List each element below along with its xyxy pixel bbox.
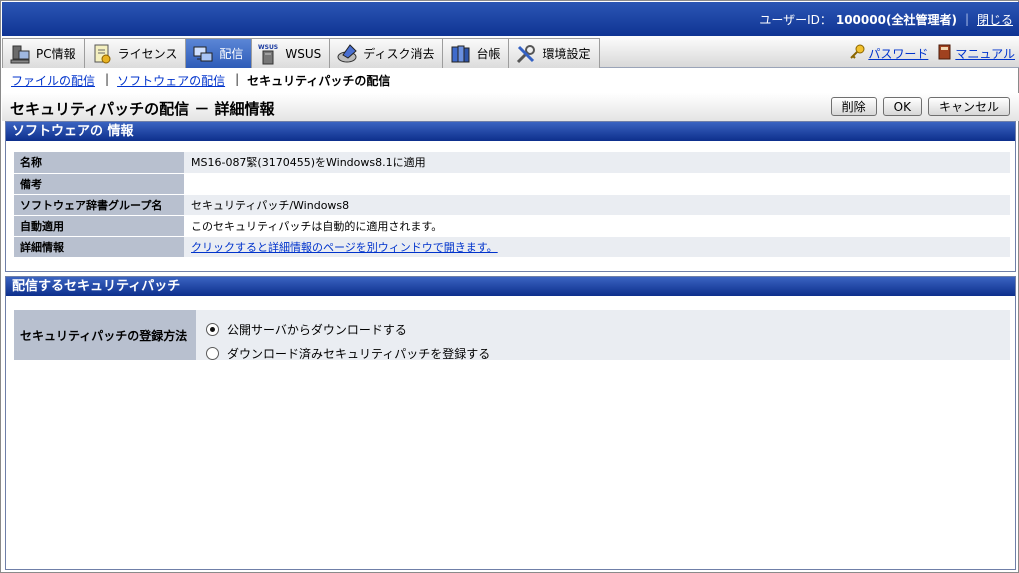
software-info-section: ソフトウェアの 情報 名称 MS16-087緊(3170455)をWindows… (5, 121, 1016, 272)
breadcrumb: ファイルの配信 | ソフトウェアの配信 | セキュリティパッチの配信 (11, 72, 390, 89)
radio-button[interactable] (206, 346, 219, 360)
password-link[interactable]: パスワード (849, 44, 928, 63)
page-title-bar: セキュリティパッチの配信 － 詳細情報 削除 OK キャンセル (2, 93, 1019, 121)
tab-wsus[interactable]: WSUS WSUS (252, 38, 331, 68)
table-row: 名称 MS16-087緊(3170455)をWindows8.1に適用 (14, 152, 1010, 174)
page-title: セキュリティパッチの配信 － 詳細情報 (10, 100, 275, 118)
radio-label: ダウンロード済みセキュリティパッチを登録する (227, 346, 491, 361)
pc-icon (9, 43, 31, 65)
radio-option-download[interactable]: 公開サーバからダウンロードする (206, 317, 1010, 341)
disk-erase-icon (336, 43, 358, 65)
header-separator: | (964, 12, 969, 26)
section-heading: ソフトウェアの 情報 (6, 122, 1015, 141)
ledger-icon (449, 43, 471, 65)
tab-pc-info[interactable]: PC情報 (2, 38, 85, 68)
tab-disk-erase[interactable]: ディスク消去 (330, 38, 444, 68)
license-icon (91, 43, 113, 65)
row-value: MS16-087緊(3170455)をWindows8.1に適用 (184, 152, 1010, 174)
tab-label: 配信 (219, 47, 244, 61)
tab-label: ライセンス (117, 47, 178, 61)
tab-ledger[interactable]: 台帳 (443, 38, 510, 68)
manual-link-label[interactable]: マニュアル (955, 45, 1015, 62)
tab-distribution[interactable]: 配信 (186, 38, 253, 68)
row-value (184, 173, 1010, 195)
app-window: ユーザーID： 100000(全社管理者) | 閉じる PC情報 ライセンス 配… (0, 0, 1019, 573)
row-label: ソフトウェア辞書グループ名 (14, 194, 184, 216)
user-id-label: ユーザーID： (759, 12, 832, 27)
security-patch-section: 配信するセキュリティパッチ セキュリティパッチの登録方法 公開サーバからダウンロ… (5, 276, 1016, 570)
radio-label: 公開サーバからダウンロードする (227, 322, 407, 337)
tab-label: PC情報 (36, 47, 76, 61)
tab-label: 環境設定 (542, 47, 591, 61)
tab-label: ディスク消去 (363, 47, 435, 61)
top-header: ユーザーID： 100000(全社管理者) | 閉じる (2, 2, 1019, 36)
section-heading: 配信するセキュリティパッチ (6, 277, 1015, 296)
radio-option-register[interactable]: ダウンロード済みセキュリティパッチを登録する (206, 341, 1010, 365)
registration-method-row: セキュリティパッチの登録方法 公開サーバからダウンロードする ダウンロード済みセ… (14, 310, 1010, 361)
row-label: 自動適用 (14, 215, 184, 237)
svg-text:WSUS: WSUS (258, 44, 278, 51)
tab-settings[interactable]: 環境設定 (509, 38, 600, 68)
delete-button[interactable]: 削除 (830, 97, 877, 116)
cancel-button[interactable]: キャンセル (927, 97, 1010, 116)
wsus-icon: WSUS (258, 43, 280, 65)
tab-label: 台帳 (476, 47, 501, 61)
table-row: 詳細情報 クリックすると詳細情報のページを別ウィンドウで開きます。 (14, 236, 1010, 258)
row-label: 名称 (14, 152, 184, 174)
breadcrumb-software-distribution[interactable]: ソフトウェアの配信 (117, 72, 225, 89)
breadcrumb-separator: | (235, 72, 240, 86)
breadcrumb-current: セキュリティパッチの配信 (247, 74, 391, 88)
user-id-value: 100000(全社管理者) (835, 12, 957, 27)
table-row: 備考 (14, 173, 1010, 195)
row-label: 備考 (14, 173, 184, 195)
main-nav: PC情報 ライセンス 配信 WSUS WSUS ディスク消去 台帳 環境設定 パ… (2, 36, 1019, 68)
software-info-table: 名称 MS16-087緊(3170455)をWindows8.1に適用 備考 ソ… (14, 152, 1010, 258)
ok-button[interactable]: OK (882, 97, 922, 116)
radio-button[interactable] (206, 322, 219, 336)
registration-method-options: 公開サーバからダウンロードする ダウンロード済みセキュリティパッチを登録する (196, 310, 1010, 361)
key-icon (849, 44, 865, 63)
close-link[interactable]: 閉じる (977, 11, 1013, 28)
tab-label: WSUS (285, 46, 322, 61)
manual-link[interactable]: マニュアル (938, 44, 1015, 63)
table-row: ソフトウェア辞書グループ名 セキュリティパッチ/Windows8 (14, 194, 1010, 216)
row-label: 詳細情報 (14, 236, 184, 258)
details-link[interactable]: クリックすると詳細情報のページを別ウィンドウで開きます。 (191, 241, 498, 254)
distribution-icon (192, 43, 214, 65)
password-link-label[interactable]: パスワード (868, 45, 928, 62)
row-value: セキュリティパッチ/Windows8 (184, 194, 1010, 216)
book-icon (938, 44, 952, 63)
breadcrumb-file-distribution[interactable]: ファイルの配信 (11, 72, 95, 89)
table-row: 自動適用 このセキュリティパッチは自動的に適用されます。 (14, 215, 1010, 237)
tab-license[interactable]: ライセンス (84, 38, 187, 68)
row-value: このセキュリティパッチは自動的に適用されます。 (184, 215, 1010, 237)
settings-icon (515, 43, 537, 65)
row-value-cell: クリックすると詳細情報のページを別ウィンドウで開きます。 (184, 236, 1010, 258)
breadcrumb-separator: | (105, 72, 110, 86)
registration-method-label: セキュリティパッチの登録方法 (14, 310, 196, 360)
